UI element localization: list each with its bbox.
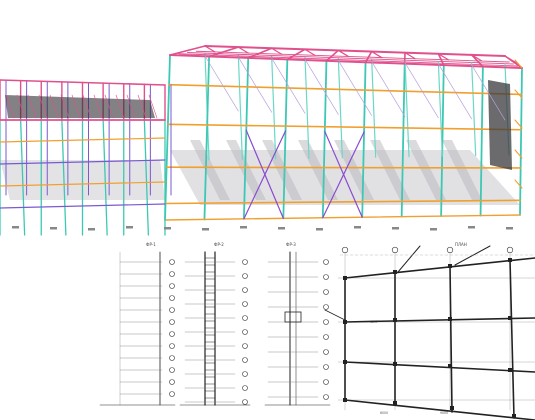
plan-joint (343, 276, 347, 280)
frame-b-level-marker (242, 273, 248, 279)
frame-c-level-marker (323, 304, 329, 310)
plan-joint (508, 316, 512, 320)
frame-c-connection-box (284, 311, 302, 323)
frame-a-level-marker (169, 295, 175, 301)
frame-a-level-marker (169, 355, 175, 361)
plan-joint (393, 362, 397, 366)
plan-joint (508, 258, 512, 262)
plan-joint (508, 368, 512, 372)
plan-dimension-a: 6000 (380, 411, 388, 415)
frame-b-level-marker (242, 301, 248, 307)
plan-axis-marker (506, 246, 514, 254)
plan-joint (448, 364, 452, 368)
frame-c-level-marker (323, 274, 329, 280)
frame-c-level-marker (323, 379, 329, 385)
frame-a-level-marker (169, 307, 175, 313)
plan-joint (450, 406, 454, 410)
frame-b-level-marker (242, 259, 248, 265)
plan-beam (344, 257, 535, 279)
frame-a-level-marker (169, 271, 175, 277)
plan-joint (512, 414, 516, 418)
plan-axis-marker (391, 246, 399, 254)
frame-a-level-marker (169, 379, 175, 385)
frame-b-level-marker (242, 385, 248, 391)
frame-c-level-marker (323, 394, 329, 400)
frame-b-title: ФР-2 (214, 242, 224, 247)
cad-structural-view: ФР-1 ФР-2 ФР-3 ПЛАН 6000 9000 12.0 (0, 0, 535, 420)
frame-c-level-marker (323, 364, 329, 370)
plan-girder (449, 265, 453, 413)
frame-a-level-marker (169, 391, 175, 397)
frame-b-level-marker (242, 329, 248, 335)
frame-a-level-marker (169, 259, 175, 265)
frame-a-title: ФР-1 (146, 242, 156, 247)
plan-axis-marker (341, 246, 349, 254)
plan-title: ПЛАН (455, 242, 467, 247)
frame-a-level-marker (169, 331, 175, 337)
frame-c-level-marker (323, 289, 329, 295)
plan-joint (448, 317, 452, 321)
structural-drawings: ФР-1 ФР-2 ФР-3 ПЛАН 6000 9000 12.0 (99, 242, 535, 420)
frame-a-level-marker (169, 283, 175, 289)
frame-b-level-marker (242, 287, 248, 293)
plan-axis-marker (446, 246, 454, 254)
plan-joint (343, 398, 347, 402)
plan-joint (393, 318, 397, 322)
plan-beam-diagonal (324, 309, 346, 321)
frame-b-level-marker (242, 315, 248, 321)
frame-c-level-marker (323, 334, 329, 340)
frame-b-level-marker (242, 343, 248, 349)
frame-c-level-marker (323, 349, 329, 355)
frame-b-level-marker (242, 371, 248, 377)
plan-beam-diagonal (454, 245, 491, 266)
plan-joint (393, 270, 397, 274)
frame-c-title: ФР-3 (286, 242, 296, 247)
plan-joint (448, 264, 452, 268)
frame-a-level-marker (169, 343, 175, 349)
frame-a-level-marker (169, 367, 175, 373)
plan-beam (344, 399, 535, 420)
frame-c-level-marker (323, 259, 329, 265)
plan-joint (343, 320, 347, 324)
frame-b-level-marker (242, 399, 248, 405)
plan-beam-diagonal (397, 245, 421, 273)
plan-joint (393, 401, 397, 405)
frame-c-level-marker (323, 319, 329, 325)
plan-beam (344, 361, 535, 373)
plan-dimension-b: 9000 (440, 411, 448, 415)
frame-a-level-marker (169, 319, 175, 325)
plan-joint (343, 360, 347, 364)
plan-girder (509, 259, 515, 419)
frame-b-level-marker (242, 357, 248, 363)
